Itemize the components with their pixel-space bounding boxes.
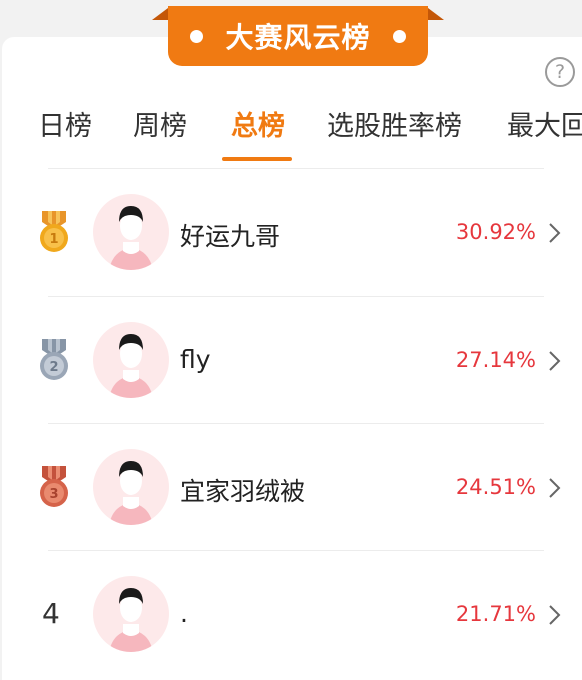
tab-overall[interactable]: 总榜: [231, 104, 285, 143]
banner-dot-right: [392, 29, 406, 43]
avatar: [93, 322, 169, 398]
chevron-right-icon[interactable]: [547, 604, 561, 626]
banner-ribbon-right: [428, 8, 444, 20]
chevron-right-icon[interactable]: [547, 350, 561, 372]
banner-dot-left: [190, 29, 204, 43]
player-name: 好运九哥: [180, 222, 281, 251]
player-name: fly: [180, 345, 211, 374]
tab-win-rate[interactable]: 选股胜率榜: [327, 104, 462, 143]
svg-text:1: 1: [49, 232, 58, 247]
tab-daily[interactable]: 日榜: [38, 104, 92, 143]
return-percentage: 24.51%: [455, 475, 536, 499]
banner-title-box: 大赛风云榜: [168, 6, 428, 66]
gold-medal-icon: 1: [40, 211, 68, 252]
rank-number: 4: [42, 597, 60, 630]
ranking-tabs: 日榜 周榜 总榜 选股胜率榜 最大回: [0, 104, 582, 164]
tab-max-drawdown[interactable]: 最大回: [507, 104, 582, 143]
banner-title: 大赛风云榜: [225, 21, 371, 54]
banner-ribbon-left: [152, 8, 168, 20]
help-icon[interactable]: ?: [545, 57, 575, 87]
ranking-row[interactable]: 1 好运九哥 30.92%: [0, 169, 582, 296]
player-name: .: [180, 599, 188, 628]
return-percentage: 30.92%: [455, 220, 536, 244]
tab-weekly[interactable]: 周榜: [133, 104, 187, 143]
return-percentage: 27.14%: [455, 348, 536, 372]
avatar: [93, 576, 169, 652]
leaderboard-banner: 大赛风云榜: [152, 0, 444, 68]
return-percentage: 21.71%: [455, 602, 536, 626]
ranking-row[interactable]: 3 宜家羽绒被 24.51%: [0, 424, 582, 551]
svg-text:2: 2: [49, 360, 58, 375]
active-tab-indicator: [222, 157, 292, 161]
avatar: [93, 194, 169, 270]
silver-medal-icon: 2: [40, 339, 68, 380]
ranking-row[interactable]: 2 fly 27.14%: [0, 297, 582, 424]
svg-text:3: 3: [49, 487, 58, 502]
player-name: 宜家羽绒被: [180, 477, 306, 506]
chevron-right-icon[interactable]: [547, 222, 561, 244]
avatar: [93, 449, 169, 525]
chevron-right-icon[interactable]: [547, 477, 561, 499]
bronze-medal-icon: 3: [40, 466, 68, 507]
ranking-row[interactable]: 4 . 21.71%: [0, 551, 582, 678]
